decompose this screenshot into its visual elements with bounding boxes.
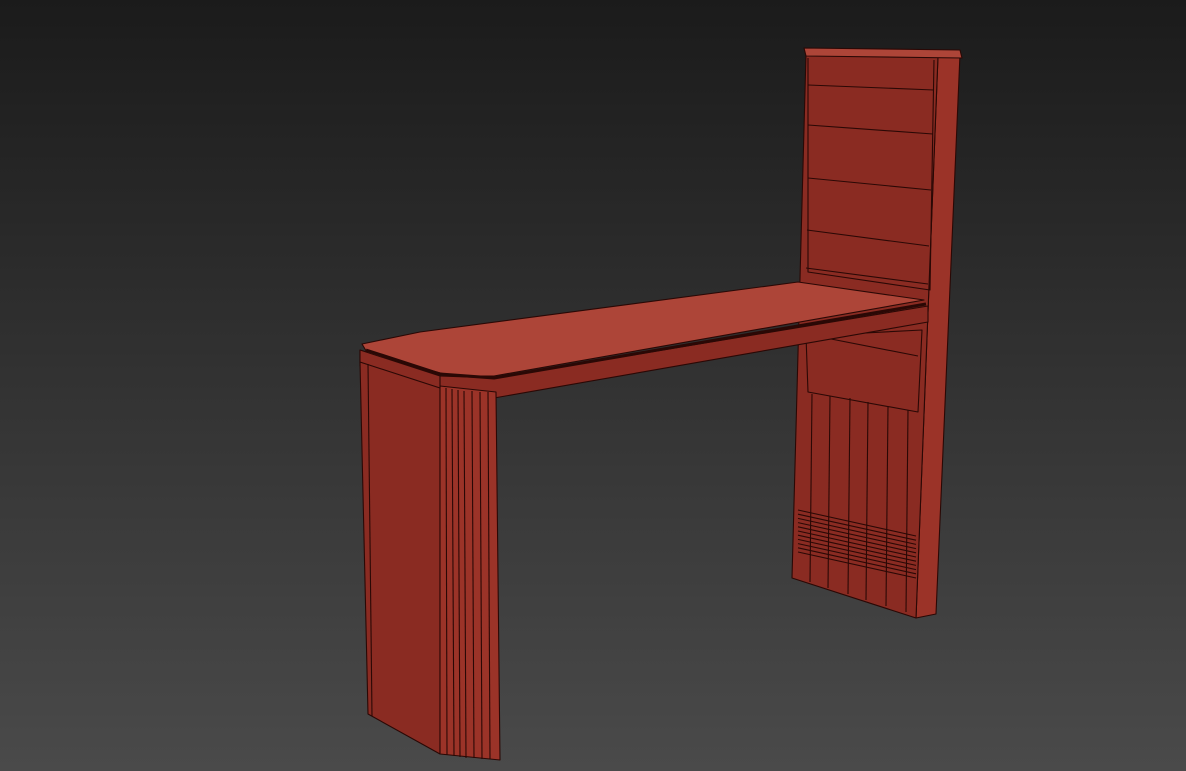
3d-viewport[interactable] — [0, 0, 1186, 771]
left-leg-rounded-side — [439, 385, 501, 761]
viewport-background — [0, 0, 1186, 771]
left-leg[interactable] — [359, 349, 501, 761]
viewport-scene[interactable] — [0, 0, 1186, 771]
back-panel-top-cap — [803, 47, 963, 59]
